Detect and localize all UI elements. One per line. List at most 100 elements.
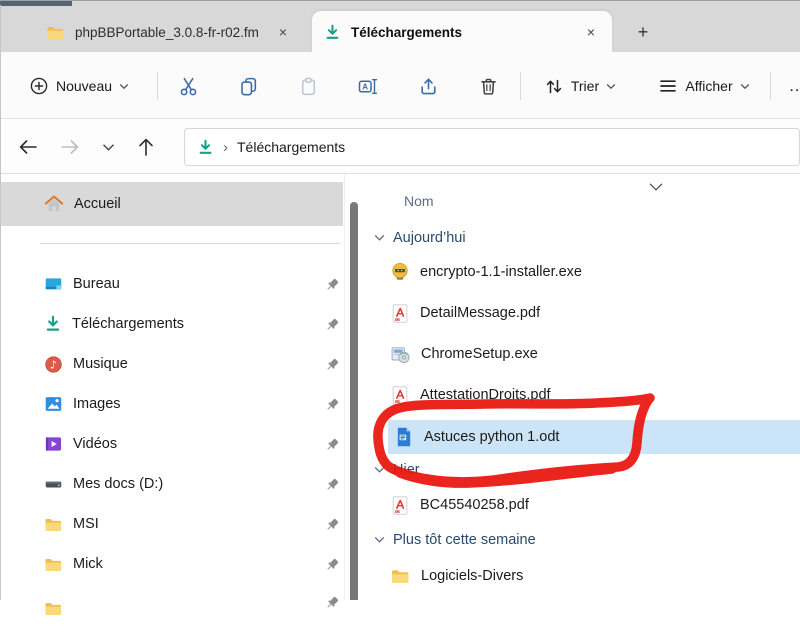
cut-button[interactable] xyxy=(168,68,208,104)
sidebar-item-label: Musique xyxy=(73,356,128,372)
tab-telechargements[interactable]: Téléchargements × xyxy=(312,11,612,53)
sidebar-item-musique[interactable]: ♪ Musique xyxy=(44,344,128,384)
tab-label: phpBBPortable_3.0.8-fr-r02.fm xyxy=(75,25,259,40)
tab-phpbbportable[interactable]: phpBBPortable_3.0.8-fr-r02.fm × xyxy=(34,11,304,53)
group-label: Hier xyxy=(393,462,420,478)
pin-icon xyxy=(324,516,341,533)
view-button[interactable]: Afficher xyxy=(648,68,760,104)
pin-icon xyxy=(324,396,341,413)
delete-button[interactable] xyxy=(468,68,508,104)
chevron-down-icon xyxy=(102,143,115,152)
copy-button[interactable] xyxy=(228,68,268,104)
group-header-hier[interactable]: Hier xyxy=(374,460,420,480)
sort-button-label: Trier xyxy=(571,78,599,94)
download-icon xyxy=(324,24,341,41)
sidebar-item-label: Accueil xyxy=(74,196,121,212)
pdf-file-icon: PDF xyxy=(390,385,410,406)
home-icon xyxy=(44,195,64,214)
file-name: ChromeSetup.exe xyxy=(421,346,538,362)
installer-package-icon xyxy=(390,344,411,365)
file-row-bc45540258[interactable]: PDF BC45540258.pdf xyxy=(390,493,529,517)
more-options-button[interactable]: … xyxy=(782,68,800,104)
sidebar-item-label: MSI xyxy=(73,516,99,532)
group-header-aujourdhui[interactable]: Aujourd’hui xyxy=(374,228,466,248)
svg-text:PDF: PDF xyxy=(395,318,400,321)
pdf-file-icon: PDF xyxy=(390,303,410,324)
pdf-file-icon: PDF xyxy=(390,495,410,516)
navigation-bar: › Téléchargements xyxy=(0,119,800,174)
rename-button[interactable]: A xyxy=(348,68,388,104)
sidebar-item-msi[interactable]: MSI xyxy=(44,504,99,544)
scissors-icon xyxy=(178,76,199,97)
sidebar-item-accueil[interactable]: Accueil xyxy=(44,182,121,226)
tab-close-icon[interactable]: × xyxy=(274,23,292,41)
recent-locations-button[interactable] xyxy=(96,131,120,163)
encrypto-installer-icon xyxy=(390,262,410,283)
back-arrow-icon xyxy=(17,137,39,157)
content-area: Accueil Bureau Téléchargements ♪ Musique xyxy=(0,174,800,600)
sidebar-item-label: Téléchargements xyxy=(72,316,184,332)
svg-text:A: A xyxy=(362,82,368,91)
chevron-down-icon xyxy=(119,83,129,90)
tab-bar: phpBBPortable_3.0.8-fr-r02.fm × Téléchar… xyxy=(0,0,800,52)
column-header-nom[interactable]: Nom xyxy=(404,193,434,209)
sidebar-item-bureau[interactable]: Bureau xyxy=(44,264,120,304)
file-name: AttestationDroits.pdf xyxy=(420,387,551,403)
forward-button[interactable] xyxy=(54,131,86,163)
sidebar-item-mick[interactable]: Mick xyxy=(44,544,103,584)
download-icon xyxy=(197,139,214,156)
paste-icon xyxy=(298,76,319,97)
pin-icon xyxy=(324,436,341,453)
pin-icon xyxy=(324,316,341,333)
column-chevron-icon[interactable] xyxy=(648,182,664,192)
view-button-label: Afficher xyxy=(685,78,732,94)
file-row-logiciels-divers[interactable]: Logiciels-Divers xyxy=(390,564,523,588)
file-row-attestationdroits[interactable]: PDF AttestationDroits.pdf xyxy=(390,383,551,407)
file-row-encrypto[interactable]: encrypto-1.1-installer.exe xyxy=(390,260,582,284)
sidebar-item-videos[interactable]: Vidéos xyxy=(44,424,117,464)
share-button[interactable] xyxy=(408,68,448,104)
sidebar-scrollbar-thumb[interactable] xyxy=(350,202,358,600)
pictures-icon xyxy=(44,395,63,413)
toolbar-divider xyxy=(770,72,771,100)
back-button[interactable] xyxy=(12,131,44,163)
pin-icon xyxy=(324,556,341,573)
folder-icon xyxy=(44,556,63,573)
breadcrumb-segment[interactable]: Téléchargements xyxy=(237,139,345,155)
tab-close-icon[interactable]: × xyxy=(582,23,600,41)
group-label: Aujourd’hui xyxy=(393,230,466,246)
group-label: Plus tôt cette semaine xyxy=(393,532,536,548)
sidebar-item-telechargements[interactable]: Téléchargements xyxy=(44,304,184,344)
sidebar-item-label: Mick xyxy=(73,556,103,572)
command-toolbar: Nouveau A xyxy=(0,52,800,119)
new-tab-button[interactable]: + xyxy=(630,19,656,45)
sidebar-item-label: Mes docs (D:) xyxy=(73,476,163,492)
sidebar-item-mes-docs[interactable]: Mes docs (D:) xyxy=(44,464,163,504)
chevron-down-icon xyxy=(374,536,385,544)
pin-icon xyxy=(324,276,341,293)
folder-icon xyxy=(44,516,63,533)
rename-icon: A xyxy=(357,76,379,97)
view-lines-icon xyxy=(658,77,678,95)
address-bar[interactable]: › Téléchargements xyxy=(184,128,800,166)
file-row-astuces-python-selected[interactable]: Astuces python 1.odt xyxy=(388,420,800,454)
sort-button[interactable]: Trier xyxy=(536,68,624,104)
sidebar-divider xyxy=(40,243,340,244)
window-left-border xyxy=(0,5,1,600)
toolbar-divider xyxy=(520,72,521,100)
new-button[interactable]: Nouveau xyxy=(16,68,142,104)
sidebar-item-images[interactable]: Images xyxy=(44,384,121,424)
file-row-chromesetup[interactable]: ChromeSetup.exe xyxy=(390,342,538,366)
music-icon: ♪ xyxy=(44,355,63,374)
group-header-plus-tot[interactable]: Plus tôt cette semaine xyxy=(374,530,536,550)
videos-icon xyxy=(44,435,63,453)
svg-text:♪: ♪ xyxy=(50,358,57,371)
file-row-detailmessage[interactable]: PDF DetailMessage.pdf xyxy=(390,301,540,325)
up-button[interactable] xyxy=(130,131,162,163)
chevron-down-icon xyxy=(740,83,750,90)
paste-button[interactable] xyxy=(288,68,328,104)
pin-icon xyxy=(324,356,341,373)
file-name: BC45540258.pdf xyxy=(420,497,529,513)
sidebar-item-partial[interactable] xyxy=(44,588,63,628)
trash-icon xyxy=(478,76,499,97)
